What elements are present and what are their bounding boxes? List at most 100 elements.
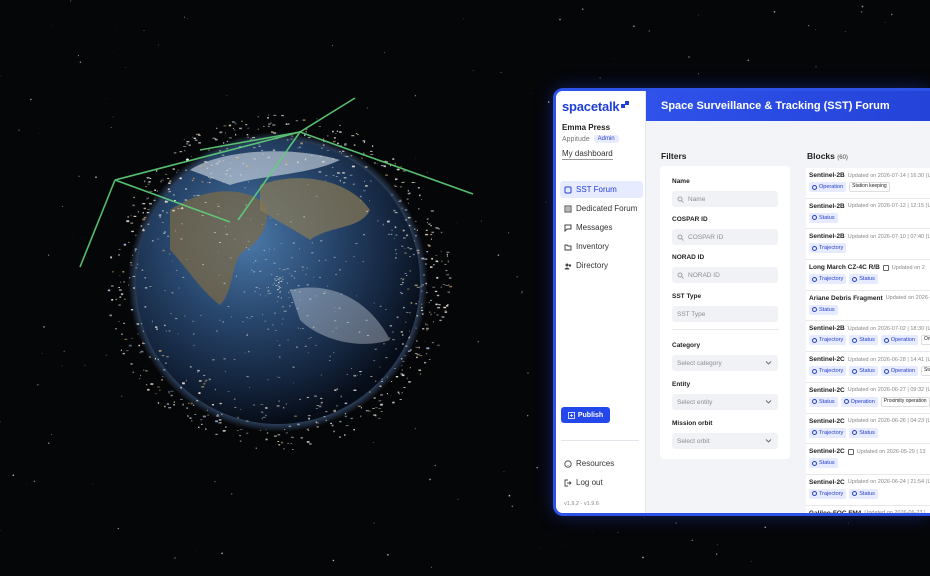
debris-particle [130, 363, 133, 365]
star [472, 70, 474, 71]
block-row[interactable]: Sentinel-2B Updated on 2026-07-12 | 12:15… [806, 198, 930, 230]
debris-particle [429, 311, 431, 313]
name-filter-input[interactable]: Name [672, 191, 778, 207]
debris-particle [196, 133, 199, 135]
tag-status[interactable]: Status [809, 458, 838, 469]
sidebar-item-label: Resources [576, 459, 615, 468]
debris-particle [268, 114, 269, 116]
debris-particle [203, 162, 206, 164]
debris-particle [173, 401, 175, 403]
star [373, 522, 375, 524]
debris-particle [393, 238, 395, 239]
debris-particle [318, 405, 322, 408]
sidebar-item-sst-forum[interactable]: SST Forum [560, 181, 643, 198]
debris-particle [281, 441, 284, 444]
debris-particle [228, 137, 232, 139]
sidebar-item-dedicated-forum[interactable]: Dedicated Forum [560, 200, 643, 217]
tag-status[interactable]: Status [849, 366, 878, 377]
debris-particle [118, 287, 120, 288]
brand-logo[interactable]: spacetalk [562, 99, 620, 114]
cospar-filter-input[interactable]: COSPAR ID [672, 229, 778, 245]
debris-particle [446, 274, 450, 276]
star [581, 8, 584, 10]
block-row[interactable]: Sentinel-2C Updated on 2026-06-28 | 14:41… [806, 352, 930, 383]
block-row[interactable]: Sentinel-2C Updated on 2026-05-29 | 13 Sta… [806, 444, 930, 475]
tag-trajectory[interactable]: Trajectory [809, 427, 847, 438]
debris-particle [133, 196, 135, 199]
tag-operation[interactable]: Operation [880, 366, 918, 377]
tag-status[interactable]: Status [849, 488, 878, 499]
debris-particle [346, 374, 348, 375]
debris-particle [409, 349, 412, 351]
tag-trajectory[interactable]: Trajectory [809, 366, 847, 377]
debris-particle [233, 129, 236, 131]
orbit-select[interactable]: Select orbit [672, 433, 778, 449]
people-icon [564, 263, 572, 269]
tag-status[interactable]: Status [809, 396, 838, 407]
star [39, 133, 40, 134]
tag-operation[interactable]: Operation [840, 396, 878, 407]
debris-particle [394, 212, 398, 214]
block-row[interactable]: Sentinel-2C Updated on 2026-06-27 | 09:32… [806, 382, 930, 414]
tag-trajectory[interactable]: Trajectory [809, 335, 847, 346]
tag-operation[interactable]: Operation [880, 335, 918, 346]
debris-particle [215, 162, 219, 165]
sidebar-item-messages[interactable]: Messages [560, 219, 643, 236]
block-row[interactable]: Sentinel-2C Updated on 2026-06-26 | 04:23… [806, 413, 930, 445]
tag-status[interactable]: Status [849, 427, 878, 438]
debris-particle [324, 291, 327, 293]
entity-select[interactable]: Select entity [672, 394, 778, 410]
tag-status[interactable]: Status [849, 274, 878, 285]
sst-type-select[interactable]: SST Type [672, 306, 778, 322]
debris-particle [124, 298, 126, 300]
star [214, 481, 216, 483]
debris-particle [218, 422, 221, 424]
star [540, 547, 542, 549]
star [559, 18, 561, 21]
category-select[interactable]: Select category [672, 355, 778, 371]
dashboard-link[interactable]: My dashboard [562, 149, 613, 160]
debris-particle [426, 353, 428, 355]
debris-particle [202, 264, 204, 266]
debris-particle [217, 251, 219, 253]
star [536, 467, 538, 469]
tag-status[interactable]: Status [849, 335, 878, 346]
tag-trajectory[interactable]: Trajectory [809, 274, 847, 285]
sidebar-item-directory[interactable]: Directory [560, 257, 643, 274]
debris-particle [401, 392, 403, 394]
debris-particle [318, 171, 322, 173]
debris-particle [275, 276, 279, 277]
norad-filter-input[interactable]: NORAD ID [672, 267, 778, 283]
tag-operation[interactable]: Operation [809, 182, 847, 192]
debris-particle [252, 137, 256, 139]
debris-particle [305, 130, 307, 133]
sidebar-item-resources[interactable]: Resources [560, 455, 644, 472]
tag-trajectory[interactable]: Trajectory [809, 243, 847, 254]
debris-particle [119, 296, 122, 298]
debris-particle [416, 353, 420, 356]
debris-particle [215, 420, 218, 423]
star [196, 550, 197, 552]
publish-button[interactable]: Publish [561, 407, 610, 423]
debris-particle [308, 338, 310, 339]
tag-trajectory[interactable]: Trajectory [809, 488, 847, 499]
debris-particle [177, 208, 180, 210]
debris-particle [191, 156, 192, 157]
block-row[interactable]: Galileo-FOC FM4 Updated on 2026-06-23 | [806, 505, 930, 513]
block-tags: Trajectory Status Operation Sta [809, 366, 930, 377]
block-row[interactable]: Sentinel-2B Updated on 2026-07-14 | 16:30… [806, 168, 930, 199]
tag-status[interactable]: Status [809, 212, 838, 223]
debris-particle [237, 158, 239, 160]
sidebar-item-logout[interactable]: Log out [560, 474, 644, 491]
debris-particle [361, 157, 363, 159]
block-row[interactable]: Sentinel-2B Updated on 2026-07-02 | 18:30… [806, 321, 930, 353]
block-row[interactable]: Long March CZ-4C R/B Updated on 2 Trajecto… [806, 260, 930, 291]
block-row[interactable]: Sentinel-2C Updated on 2026-06-24 | 21:54… [806, 474, 930, 506]
tag-status[interactable]: Status [809, 304, 838, 315]
block-row[interactable]: Ariane Debris Fragment Updated on 2026- St… [806, 290, 930, 322]
debris-particle [245, 204, 247, 206]
block-row[interactable]: Sentinel-2B Updated on 2026-07-10 | 07:40… [806, 229, 930, 261]
block-row-header: Long March CZ-4C R/B Updated on 2 [809, 264, 930, 271]
debris-particle [234, 238, 236, 240]
sidebar-item-inventory[interactable]: Inventory [560, 238, 643, 255]
